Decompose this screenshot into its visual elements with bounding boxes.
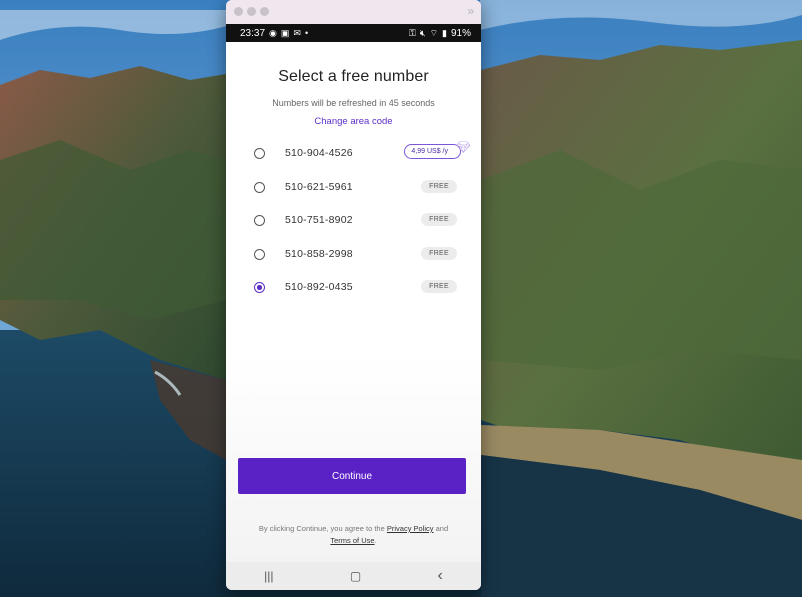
wifi-icon: ⌔ <box>429 27 439 38</box>
phone-number: 510-892-0435 <box>285 281 353 293</box>
refresh-notice: Numbers will be refreshed in 45 seconds <box>272 98 435 108</box>
android-nav-bar: ||| ▢ ‹ <box>226 562 481 590</box>
diamond-icon: 💎︎ <box>455 140 471 154</box>
number-option[interactable]: 510-904-4526 4,99 US$ /y 💎︎ <box>226 138 481 172</box>
home-icon[interactable]: ▢ <box>350 569 361 583</box>
android-status-bar: 23:37 ◉ ▣ ✉ • ⚿ 🔇︎ ⌔ ▮ 91% <box>226 24 481 42</box>
phone-number: 510-621-5961 <box>285 180 353 193</box>
signal-icon: ▮ <box>442 27 447 38</box>
radio-button[interactable] <box>254 248 265 260</box>
free-badge: FREE <box>421 280 457 293</box>
number-list: 510-904-4526 4,99 US$ /y 💎︎ 510-621-5961… <box>226 138 481 306</box>
recents-icon[interactable]: ||| <box>264 569 273 583</box>
eye-icon: ◉ <box>269 27 277 38</box>
terms-suffix: . <box>374 536 377 545</box>
zoom-window-button[interactable] <box>260 7 269 16</box>
continue-button[interactable]: Continue <box>238 458 466 494</box>
mail-icon: ✉ <box>293 27 301 38</box>
terms-of-use-link[interactable]: Terms of Use <box>330 536 374 545</box>
number-option[interactable]: 510-751-8902 FREE <box>226 205 481 239</box>
number-option[interactable]: 510-621-5961 FREE <box>226 172 481 206</box>
radio-button[interactable] <box>254 215 265 226</box>
terms-and: and <box>435 524 449 533</box>
phone-number: 510-751-8902 <box>285 214 353 226</box>
status-time: 23:37 <box>240 27 266 39</box>
key-icon: ⚿ <box>409 27 416 38</box>
battery-level: 91% <box>450 27 471 39</box>
change-area-code-link[interactable]: Change area code <box>226 116 481 127</box>
radio-button-selected[interactable] <box>254 282 265 293</box>
privacy-policy-link[interactable]: Privacy Policy <box>387 524 434 533</box>
price-badge: 4,99 US$ /y <box>404 144 461 159</box>
terms-notice: By clicking Continue, you agree to the P… <box>242 523 465 547</box>
radio-button[interactable] <box>254 181 265 193</box>
select-number-screen: Select a free number Numbers will be ref… <box>226 42 481 562</box>
close-window-button[interactable] <box>234 7 243 16</box>
number-option[interactable]: 510-858-2998 FREE <box>226 239 481 273</box>
minimize-window-button[interactable] <box>247 7 256 16</box>
dot-icon: • <box>304 28 309 38</box>
image-icon: ▣ <box>280 27 290 38</box>
free-badge: FREE <box>421 246 457 260</box>
page-title: Select a free number <box>278 68 429 85</box>
phone-number: 510-904-4526 <box>285 147 353 159</box>
back-icon[interactable]: ‹ <box>437 567 442 585</box>
emulator-window: » 23:37 ◉ ▣ ✉ • ⚿ 🔇︎ ⌔ ▮ 91% Select a fr… <box>226 0 481 590</box>
phone-number: 510-858-2998 <box>285 247 353 260</box>
expand-icon[interactable]: » <box>467 4 474 18</box>
free-badge: FREE <box>421 179 457 193</box>
terms-prefix: By clicking Continue, you agree to the <box>258 524 385 533</box>
mute-icon: 🔇︎ <box>419 27 426 38</box>
free-badge: FREE <box>421 213 457 226</box>
window-titlebar[interactable]: » <box>226 0 481 24</box>
number-option[interactable]: 510-892-0435 FREE <box>226 272 481 306</box>
radio-button[interactable] <box>254 148 265 159</box>
